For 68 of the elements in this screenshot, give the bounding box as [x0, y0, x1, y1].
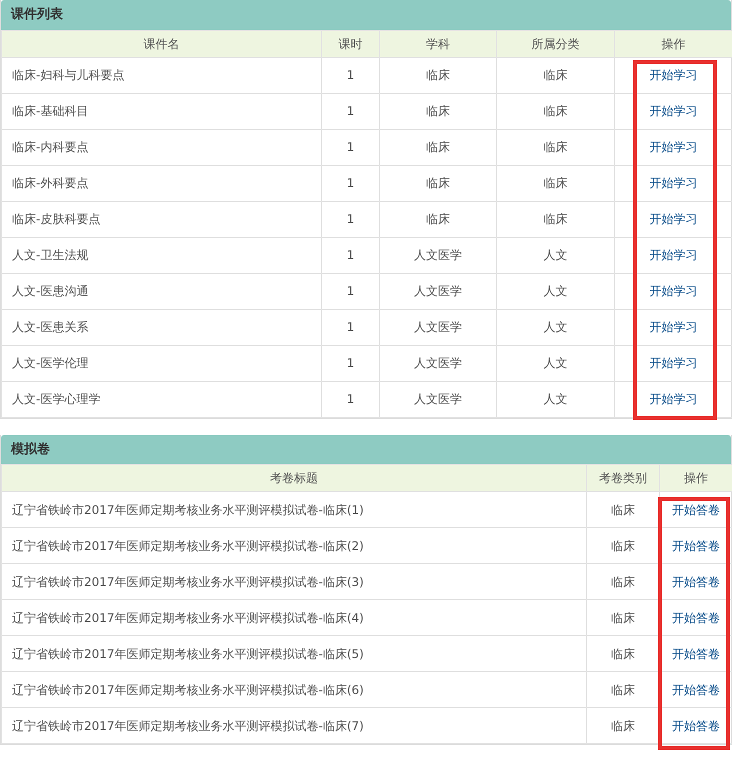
start-study-link[interactable]: 开始学习 [650, 68, 698, 82]
start-study-link[interactable]: 开始学习 [650, 104, 698, 118]
column-header: 考卷类别 [586, 464, 660, 492]
table-cell: 人文-医学心理学 [2, 381, 322, 417]
table-cell: 人文 [496, 381, 614, 417]
table-cell: 1 [322, 57, 380, 93]
table-cell: 人文-医患关系 [2, 309, 322, 345]
column-header: 操作 [660, 464, 732, 492]
table-cell: 临床 [380, 93, 496, 129]
table-cell: 临床 [496, 165, 614, 201]
table-cell: 1 [322, 129, 380, 165]
start-study-link[interactable]: 开始学习 [650, 176, 698, 190]
section-header: 课件列表 [1, 0, 731, 30]
table-cell: 辽宁省铁岭市2017年医师定期考核业务水平测评模拟试卷-临床(4) [2, 600, 586, 636]
table-cell: 临床 [496, 129, 614, 165]
table-cell: 辽宁省铁岭市2017年医师定期考核业务水平测评模拟试卷-临床(7) [2, 708, 586, 744]
table-cell: 人文医学 [380, 237, 496, 273]
table-cell: 1 [322, 345, 380, 381]
start-study-link[interactable]: 开始学习 [650, 320, 698, 334]
table-cell: 辽宁省铁岭市2017年医师定期考核业务水平测评模拟试卷-临床(6) [2, 672, 586, 708]
table-cell: 临床 [380, 57, 496, 93]
column-header: 操作 [614, 30, 732, 57]
table-cell: 临床 [496, 93, 614, 129]
start-study-link[interactable]: 开始学习 [650, 356, 698, 370]
start-study-link[interactable]: 开始学习 [650, 212, 698, 226]
table-cell: 人文 [496, 345, 614, 381]
table-cell: 临床 [380, 129, 496, 165]
table-cell: 人文 [496, 309, 614, 345]
column-header: 考卷标题 [2, 464, 586, 492]
table-cell: 人文医学 [380, 273, 496, 309]
table-cell: 辽宁省铁岭市2017年医师定期考核业务水平测评模拟试卷-临床(1) [2, 492, 586, 528]
start-study-link[interactable]: 开始学习 [650, 140, 698, 154]
table-cell: 人文-医患沟通 [2, 273, 322, 309]
table-cell: 人文 [496, 237, 614, 273]
table-cell: 1 [322, 165, 380, 201]
column-header: 所属分类 [496, 30, 614, 57]
table-cell: 临床 [496, 57, 614, 93]
table-cell: 临床-外科要点 [2, 165, 322, 201]
table-cell: 临床 [380, 165, 496, 201]
column-header: 学科 [380, 30, 496, 57]
table-cell: 临床-皮肤科要点 [2, 201, 322, 237]
table-cell: 1 [322, 93, 380, 129]
table-cell: 1 [322, 201, 380, 237]
table-cell: 人文-医学伦理 [2, 345, 322, 381]
start-study-link[interactable]: 开始学习 [650, 284, 698, 298]
start-study-link[interactable]: 开始学习 [650, 248, 698, 262]
table-cell: 1 [322, 309, 380, 345]
column-header: 课时 [322, 30, 380, 57]
table-cell: 临床-妇科与儿科要点 [2, 57, 322, 93]
table-cell: 1 [322, 273, 380, 309]
table-cell: 临床 [380, 201, 496, 237]
table-cell: 临床 [586, 492, 660, 528]
column-header: 课件名 [2, 30, 322, 57]
table-cell: 人文-卫生法规 [2, 237, 322, 273]
table-cell: 人文医学 [380, 309, 496, 345]
table-cell: 临床 [496, 201, 614, 237]
table-cell: 1 [322, 237, 380, 273]
table-cell: 辽宁省铁岭市2017年医师定期考核业务水平测评模拟试卷-临床(2) [2, 528, 586, 564]
start-study-link[interactable]: 开始学习 [650, 392, 698, 406]
table-cell: 人文医学 [380, 345, 496, 381]
table-cell: 辽宁省铁岭市2017年医师定期考核业务水平测评模拟试卷-临床(5) [2, 636, 586, 672]
table-cell: 临床-基础科目 [2, 93, 322, 129]
section-header: 模拟卷 [1, 434, 731, 464]
table-cell: 人文医学 [380, 381, 496, 417]
table-cell: 临床-内科要点 [2, 129, 322, 165]
table-cell: 1 [322, 381, 380, 417]
table-cell: 人文 [496, 273, 614, 309]
table-cell: 辽宁省铁岭市2017年医师定期考核业务水平测评模拟试卷-临床(3) [2, 564, 586, 600]
